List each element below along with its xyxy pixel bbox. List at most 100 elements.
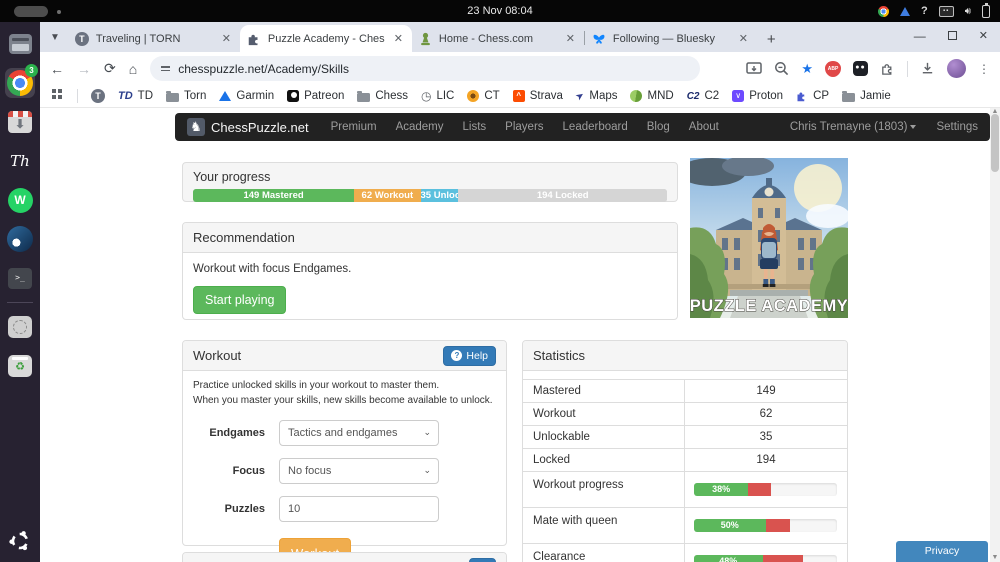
site-settings-icon[interactable] xyxy=(161,66,171,71)
bookmark-td[interactable]: TD TD xyxy=(118,90,153,102)
bookmark-c2[interactable]: C2 C2 xyxy=(687,90,720,102)
dock-item-whatsapp[interactable]: W xyxy=(5,185,35,215)
proton-icon: ∨ xyxy=(732,90,745,102)
forward-icon[interactable]: → xyxy=(77,61,91,77)
tab-close-icon[interactable]: ✕ xyxy=(737,32,750,45)
bookmark-mnd[interactable]: MND xyxy=(630,90,674,102)
puzzles-input[interactable] xyxy=(279,496,439,522)
keyboard-layout-icon[interactable]: ▪▪ xyxy=(938,5,954,17)
puzzle-academy-image[interactable]: PUZZLE ACADEMY xyxy=(690,158,848,318)
tab-search-chevron-icon[interactable]: ▼ xyxy=(50,32,60,43)
tab-close-icon[interactable]: ✕ xyxy=(564,32,577,45)
dock-item-terminal[interactable]: >_ xyxy=(5,263,35,293)
volume-icon[interactable]: 🔊︎ xyxy=(965,6,971,17)
dock-item-disc-app[interactable] xyxy=(5,312,35,342)
bookmark-maps[interactable]: ➤ Maps xyxy=(574,89,618,103)
dark-extension-icon[interactable]: ●● xyxy=(853,61,868,76)
back-icon[interactable]: ← xyxy=(50,61,64,77)
nav-leaderboard[interactable]: Leaderboard xyxy=(563,121,628,133)
blue-arrow-tray-icon[interactable] xyxy=(899,6,910,16)
partial-panel: ? xyxy=(182,552,507,562)
apps-grid-icon[interactable] xyxy=(52,89,56,93)
tab-close-icon[interactable]: ✕ xyxy=(392,32,405,45)
home-icon[interactable]: ⌂ xyxy=(129,61,137,77)
dock-item-trash[interactable]: ♻︎ xyxy=(5,351,35,381)
bookmark-lic[interactable]: ◷ LIC xyxy=(421,89,454,103)
tab-bluesky[interactable]: Following — Bluesky ✕ xyxy=(585,25,757,52)
dock-item-chrome[interactable]: 3 xyxy=(5,64,38,98)
bookmark-folder-torn[interactable]: Torn xyxy=(166,90,206,102)
start-playing-button[interactable]: Start playing xyxy=(193,286,287,314)
dock-item-steam[interactable] xyxy=(5,224,35,254)
close-icon[interactable]: ✕ xyxy=(979,29,988,42)
reload-icon[interactable]: ⟳ xyxy=(104,60,116,77)
address-bar[interactable]: chesspuzzle.net/Academy/Skills xyxy=(150,56,701,81)
workout-panel: Workout ? Help Practice unlocked skills … xyxy=(182,340,507,562)
url-text[interactable]: chesspuzzle.net/Academy/Skills xyxy=(178,62,349,76)
dock-item-show-apps[interactable] xyxy=(5,526,35,556)
bookmark-ct[interactable]: CT xyxy=(467,90,500,102)
page-scrollbar[interactable]: ▲ ▼ xyxy=(990,108,1000,562)
nav-settings[interactable]: Settings xyxy=(936,121,978,133)
system-tray: ? ▪▪ 🔊︎ xyxy=(877,0,990,22)
battery-icon[interactable] xyxy=(982,2,990,18)
help-button[interactable]: ? xyxy=(469,557,496,562)
steam-icon xyxy=(7,226,33,252)
user-menu[interactable]: Chris Tremayne (1803) xyxy=(790,121,917,133)
extensions-puzzle-icon[interactable] xyxy=(880,61,895,76)
downloads-icon[interactable] xyxy=(920,61,935,76)
tab-puzzle-academy[interactable]: Puzzle Academy - ChessP ✕ xyxy=(239,25,412,52)
site-navbar: ♞ ChessPuzzle.net Premium Academy Lists … xyxy=(175,113,990,141)
site-brand[interactable]: ♞ ChessPuzzle.net xyxy=(187,118,309,136)
bookmark-proton[interactable]: ∨ Proton xyxy=(732,90,783,102)
restore-icon[interactable] xyxy=(947,31,957,40)
tab-chess-com[interactable]: Home - Chess.com ✕ xyxy=(412,25,584,52)
browser-menu-icon[interactable]: ⋮ xyxy=(978,62,990,76)
toolbar-separator xyxy=(907,60,908,77)
screen: 23 Nov 08:04 ? ▪▪ 🔊︎ 3 ⬇︎ Th W >_ ♻︎ ▼ T… xyxy=(0,0,1000,562)
dock-item-th-app[interactable]: Th xyxy=(5,146,35,176)
chrome-notification-badge: 3 xyxy=(25,64,38,77)
bookmark-folder-chess[interactable]: Chess xyxy=(357,90,408,102)
help-indicator-icon[interactable]: ? xyxy=(921,5,928,17)
system-clock[interactable]: 23 Nov 08:04 xyxy=(467,5,532,17)
nav-blog[interactable]: Blog xyxy=(647,121,670,133)
bookmark-patreon[interactable]: Patreon xyxy=(287,90,344,102)
bookmark-cp[interactable]: CP xyxy=(796,90,829,102)
minimize-icon[interactable]: — xyxy=(914,30,926,42)
table-row: Unlockable 35 xyxy=(523,425,847,448)
bookmark-t[interactable]: T xyxy=(91,89,105,103)
profile-avatar[interactable] xyxy=(947,59,966,78)
nav-players[interactable]: Players xyxy=(505,121,543,133)
nav-about[interactable]: About xyxy=(689,121,719,133)
table-row: Locked 194 xyxy=(523,448,847,471)
bookmark-star-icon[interactable]: ★ xyxy=(801,61,813,77)
tab-traveling-torn[interactable]: T Traveling | TORN ✕ xyxy=(68,25,240,52)
stat-bar: 48% xyxy=(694,555,837,562)
scrollbar-thumb[interactable] xyxy=(991,114,999,172)
nav-premium[interactable]: Premium xyxy=(331,121,377,133)
new-tab-button[interactable]: + xyxy=(767,31,776,48)
workspace-pill[interactable] xyxy=(14,6,48,17)
adblock-extension-icon[interactable]: ABP xyxy=(825,60,841,77)
bookmark-folder-jamie[interactable]: Jamie xyxy=(842,90,891,102)
save-to-device-icon[interactable] xyxy=(746,61,763,76)
focus-select[interactable]: No focus ⌄ xyxy=(279,458,439,484)
endgames-select[interactable]: Tactics and endgames ⌄ xyxy=(279,420,439,446)
bookmark-strava[interactable]: ^ Strava xyxy=(512,90,563,102)
help-button[interactable]: ? Help xyxy=(443,345,496,366)
zoom-icon[interactable] xyxy=(774,61,789,76)
tab-close-icon[interactable]: ✕ xyxy=(220,32,233,45)
td-logo-icon: TD xyxy=(118,90,133,102)
torn-favicon: T xyxy=(74,31,89,46)
dock-item-files[interactable] xyxy=(5,29,35,59)
nav-academy[interactable]: Academy xyxy=(396,121,444,133)
table-row: Workout 62 xyxy=(523,402,847,425)
scroll-down-icon[interactable]: ▼ xyxy=(990,554,1000,561)
nav-lists[interactable]: Lists xyxy=(463,121,487,133)
privacy-preferences-button[interactable]: Privacy Preferences xyxy=(896,541,988,562)
dock-item-installer[interactable]: ⬇︎ xyxy=(5,107,35,137)
table-row-bar: Mate with queen 50% xyxy=(523,507,847,543)
bookmark-garmin[interactable]: Garmin xyxy=(219,90,274,102)
chrome-tray-icon[interactable] xyxy=(877,5,889,17)
